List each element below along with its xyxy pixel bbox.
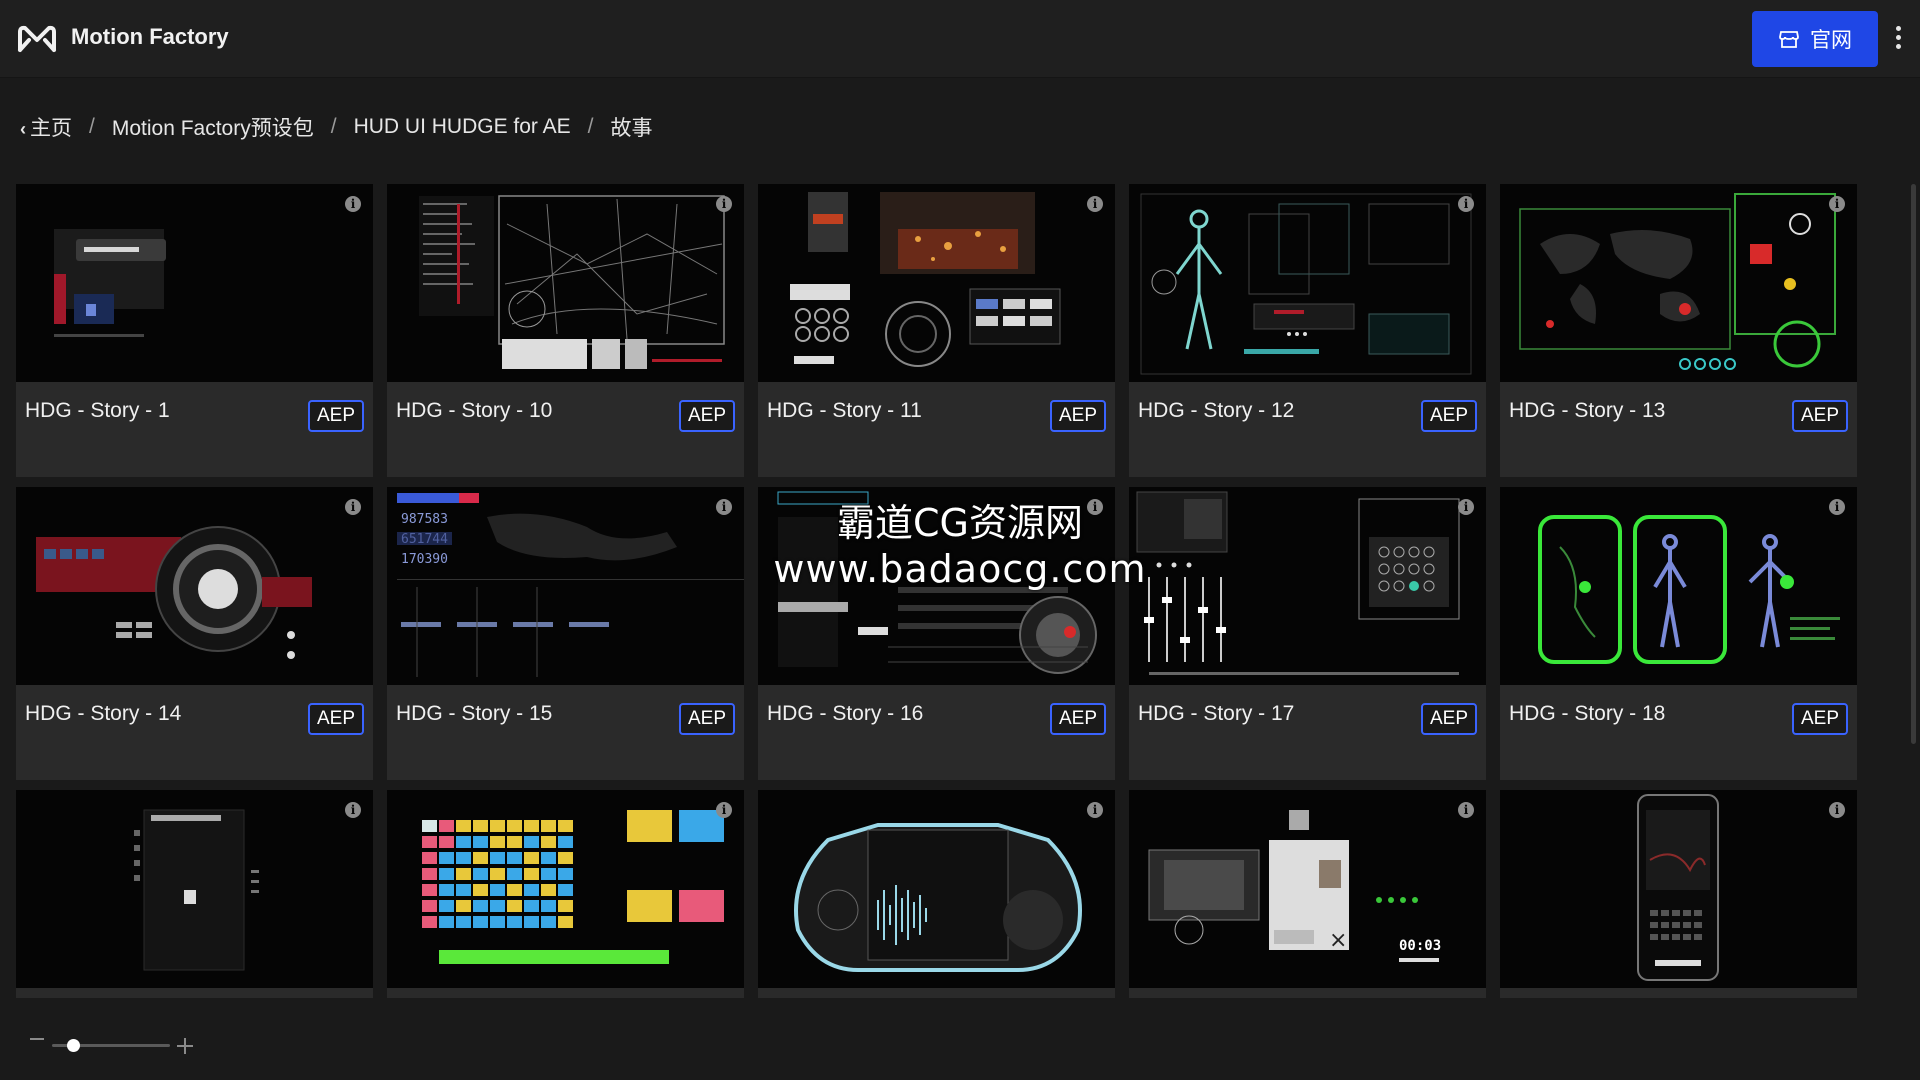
info-icon[interactable]: i xyxy=(716,802,732,818)
aep-badge: AEP xyxy=(1791,400,1848,432)
info-icon[interactable]: i xyxy=(1458,802,1474,818)
info-icon[interactable]: i xyxy=(1087,196,1103,212)
aep-badge: AEP xyxy=(1420,400,1477,432)
breadcrumb-separator: / xyxy=(89,115,95,138)
aep-badge: AEP xyxy=(1049,400,1106,432)
chevron-left-icon: ‹ xyxy=(20,119,26,139)
aep-badge: AEP xyxy=(1791,703,1848,735)
breadcrumb-hud-pack[interactable]: HUD UI HUDGE for AE xyxy=(354,115,571,139)
card-title: HDG - Story - 13 xyxy=(1509,399,1666,422)
thumbnail: i xyxy=(1500,790,1857,988)
thumbnail: × 00:03 i xyxy=(1129,790,1486,988)
asset-card[interactable]: i HDG - Story - 18 AEP xyxy=(1500,487,1857,780)
info-icon[interactable]: i xyxy=(1829,802,1845,818)
thumbnail: i xyxy=(1500,184,1857,382)
info-icon[interactable]: i xyxy=(716,499,732,515)
breadcrumb: ‹ 主页 / Motion Factory预设包 / HUD UI HUDGE f… xyxy=(20,112,652,142)
thumbnail: i xyxy=(387,790,744,988)
thumbnail: i xyxy=(758,184,1115,382)
info-icon[interactable]: i xyxy=(1087,499,1103,515)
stat-value: 987583 xyxy=(401,512,448,527)
info-icon[interactable]: i xyxy=(345,802,361,818)
zoom-slider-handle[interactable] xyxy=(66,1039,80,1052)
info-icon[interactable]: i xyxy=(1829,499,1845,515)
asset-card[interactable]: i HDG - Story - 17 AEP xyxy=(1129,487,1486,780)
thumbnail: i xyxy=(387,184,744,382)
breadcrumb-home[interactable]: ‹ 主页 xyxy=(20,112,72,142)
thumbnail: i xyxy=(1129,184,1486,382)
breadcrumb-preset-pack[interactable]: Motion Factory预设包 xyxy=(112,112,314,142)
thumbnail: i xyxy=(758,487,1115,685)
thumbnail: i xyxy=(758,790,1115,988)
asset-card[interactable]: 987583 651744 170390 i HDG - Story - 15 … xyxy=(387,487,744,780)
stat-value: 170390 xyxy=(401,552,448,567)
asset-card[interactable]: i HDG - Story - 11 AEP xyxy=(758,184,1115,477)
card-title: HDG - Story - 1 xyxy=(25,399,170,422)
card-title: HDG - Story - 17 xyxy=(1138,702,1295,725)
asset-card[interactable]: i HDG - Story - 16 AEP xyxy=(758,487,1115,780)
timecode: 00:03 xyxy=(1399,938,1441,954)
asset-card[interactable]: i xyxy=(758,790,1115,998)
aep-badge: AEP xyxy=(307,400,364,432)
aep-badge: AEP xyxy=(1420,703,1477,735)
breadcrumb-separator: / xyxy=(330,115,337,138)
thumbnail: i xyxy=(1500,487,1857,685)
asset-card[interactable]: i HDG - Story - 12 AEP xyxy=(1129,184,1486,477)
breadcrumb-current: 故事 xyxy=(610,117,653,140)
asset-card[interactable]: i HDG - Story - 10 AEP xyxy=(387,184,744,477)
info-icon[interactable]: i xyxy=(345,499,361,515)
motion-factory-logo-icon[interactable] xyxy=(17,22,57,56)
card-title: HDG - Story - 14 xyxy=(25,702,182,725)
card-title: HDG - Story - 11 xyxy=(767,399,922,422)
footer-bar xyxy=(0,998,1920,1080)
app-title[interactable]: Motion Factory xyxy=(71,24,229,50)
asset-card[interactable]: × 00:03 i xyxy=(1129,790,1486,998)
svg-text:×: × xyxy=(1329,928,1347,953)
info-icon[interactable]: i xyxy=(345,196,361,212)
thumbnail: i xyxy=(1129,487,1486,685)
info-icon[interactable]: i xyxy=(1087,802,1103,818)
zoom-out-icon[interactable] xyxy=(30,1038,44,1040)
zoom-in-icon[interactable] xyxy=(177,1038,193,1054)
thumbnail: i xyxy=(16,790,373,988)
breadcrumb-separator: / xyxy=(587,115,594,138)
card-title: HDG - Story - 16 xyxy=(767,702,924,725)
info-icon[interactable]: i xyxy=(1458,196,1474,212)
kebab-menu-icon[interactable] xyxy=(1888,22,1908,56)
aep-badge: AEP xyxy=(678,703,735,735)
top-bar: Motion Factory 官网 xyxy=(0,0,1920,78)
vertical-scrollbar[interactable] xyxy=(1911,184,1916,744)
official-site-label: 官网 xyxy=(1810,29,1852,52)
card-title: HDG - Story - 15 xyxy=(396,702,553,725)
info-icon[interactable]: i xyxy=(1458,499,1474,515)
official-site-button[interactable]: 官网 xyxy=(1752,11,1878,67)
asset-card[interactable]: i HDG - Story - 1 AEP xyxy=(16,184,373,477)
aep-badge: AEP xyxy=(1049,703,1106,735)
info-icon[interactable]: i xyxy=(1829,196,1845,212)
aep-badge: AEP xyxy=(307,703,364,735)
asset-card[interactable]: i xyxy=(1500,790,1857,998)
asset-card[interactable]: i HDG - Story - 14 AEP xyxy=(16,487,373,780)
card-title: HDG - Story - 10 xyxy=(396,399,553,422)
store-icon xyxy=(1779,31,1799,48)
asset-card[interactable]: i HDG - Story - 13 AEP xyxy=(1500,184,1857,477)
aep-badge: AEP xyxy=(678,400,735,432)
thumbnail: i xyxy=(16,184,373,382)
card-title: HDG - Story - 18 xyxy=(1509,702,1666,725)
asset-card[interactable]: i xyxy=(16,790,373,998)
asset-card[interactable]: i xyxy=(387,790,744,998)
thumbnail: i xyxy=(16,487,373,685)
card-title: HDG - Story - 12 xyxy=(1138,399,1295,422)
asset-grid: i HDG - Story - 1 AEP i HDG - Story - 10… xyxy=(16,184,1862,998)
info-icon[interactable]: i xyxy=(716,196,732,212)
thumbnail: 987583 651744 170390 i xyxy=(387,487,744,685)
